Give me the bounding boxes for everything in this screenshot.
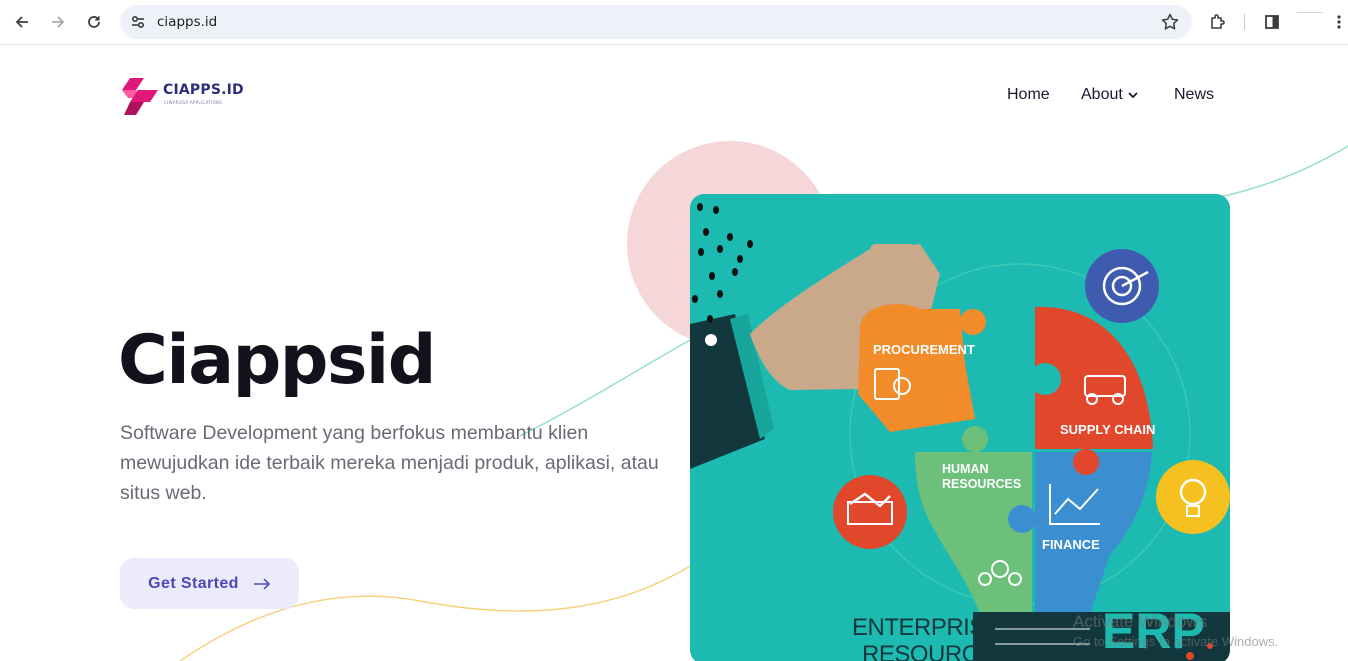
label-human-resources-2: RESOURCES — [942, 477, 1022, 491]
logo-mark-icon — [122, 78, 158, 115]
site-logo[interactable]: CIAPPS.ID CIWARUGA APPLICATIONS — [120, 76, 250, 116]
side-panel-button[interactable] — [1258, 8, 1286, 36]
label-human-resources-1: HUMAN — [942, 462, 989, 476]
forward-icon — [52, 16, 65, 28]
bookmark-star-icon[interactable] — [1160, 12, 1180, 32]
label-erp-line1: ENTERPRISE — [852, 614, 1001, 641]
toolbar-divider — [1244, 14, 1245, 30]
label-finance: FINANCE — [1042, 537, 1100, 552]
label-supply-chain: SUPPLY CHAIN — [1060, 422, 1156, 437]
more-menu-icon — [1337, 15, 1341, 29]
logo-text: CIAPPS.ID — [163, 82, 244, 98]
side-panel-icon — [1265, 15, 1279, 29]
browser-toolbar: ciapps.id — [0, 0, 1348, 45]
url-text: ciapps.id — [157, 14, 218, 30]
chevron-down-icon — [1128, 92, 1138, 99]
reload-button[interactable] — [80, 8, 108, 36]
nav-home[interactable]: Home — [1007, 86, 1050, 104]
nav-about[interactable]: About — [1081, 86, 1139, 104]
arrow-right-icon — [253, 577, 270, 590]
watermark-line2: Go to Settings to activate Windows. — [1073, 634, 1279, 649]
reload-icon — [88, 16, 100, 28]
extensions-button[interactable] — [1204, 8, 1232, 36]
watermark-line1: Activate Windows — [1073, 612, 1208, 631]
hero-title: Ciappsid — [118, 321, 436, 400]
back-icon — [15, 16, 28, 28]
hero-description: Software Development yang berfokus memba… — [120, 422, 659, 504]
nav-about-label: About — [1081, 86, 1123, 103]
extensions-icon — [1211, 14, 1225, 29]
label-erp-line2: RESOURCE — [862, 641, 995, 661]
address-bar[interactable]: ciapps.id — [120, 5, 1192, 39]
profile-placeholder — [1297, 12, 1323, 13]
windows-activation-watermark: Activate Windows Go to Settings to activ… — [1073, 612, 1278, 649]
nav-news[interactable]: News — [1174, 86, 1214, 104]
back-button[interactable] — [8, 8, 36, 36]
forward-button[interactable] — [44, 8, 72, 36]
more-menu-button[interactable] — [1330, 8, 1348, 36]
label-procurement: PROCUREMENT — [873, 342, 975, 357]
erp-illustration: PROCUREMENT SUPPLY CHAIN HUMAN RESOURCES… — [690, 194, 1230, 661]
dots-pattern — [692, 203, 753, 323]
get-started-button[interactable]: Get Started — [120, 558, 299, 609]
webpage: CIAPPS.ID CIWARUGA APPLICATIONS Home Abo… — [0, 46, 1348, 661]
logo-tagline: CIWARUGA APPLICATIONS — [164, 100, 223, 105]
site-settings-icon[interactable] — [129, 13, 147, 31]
get-started-label: Get Started — [148, 574, 239, 592]
